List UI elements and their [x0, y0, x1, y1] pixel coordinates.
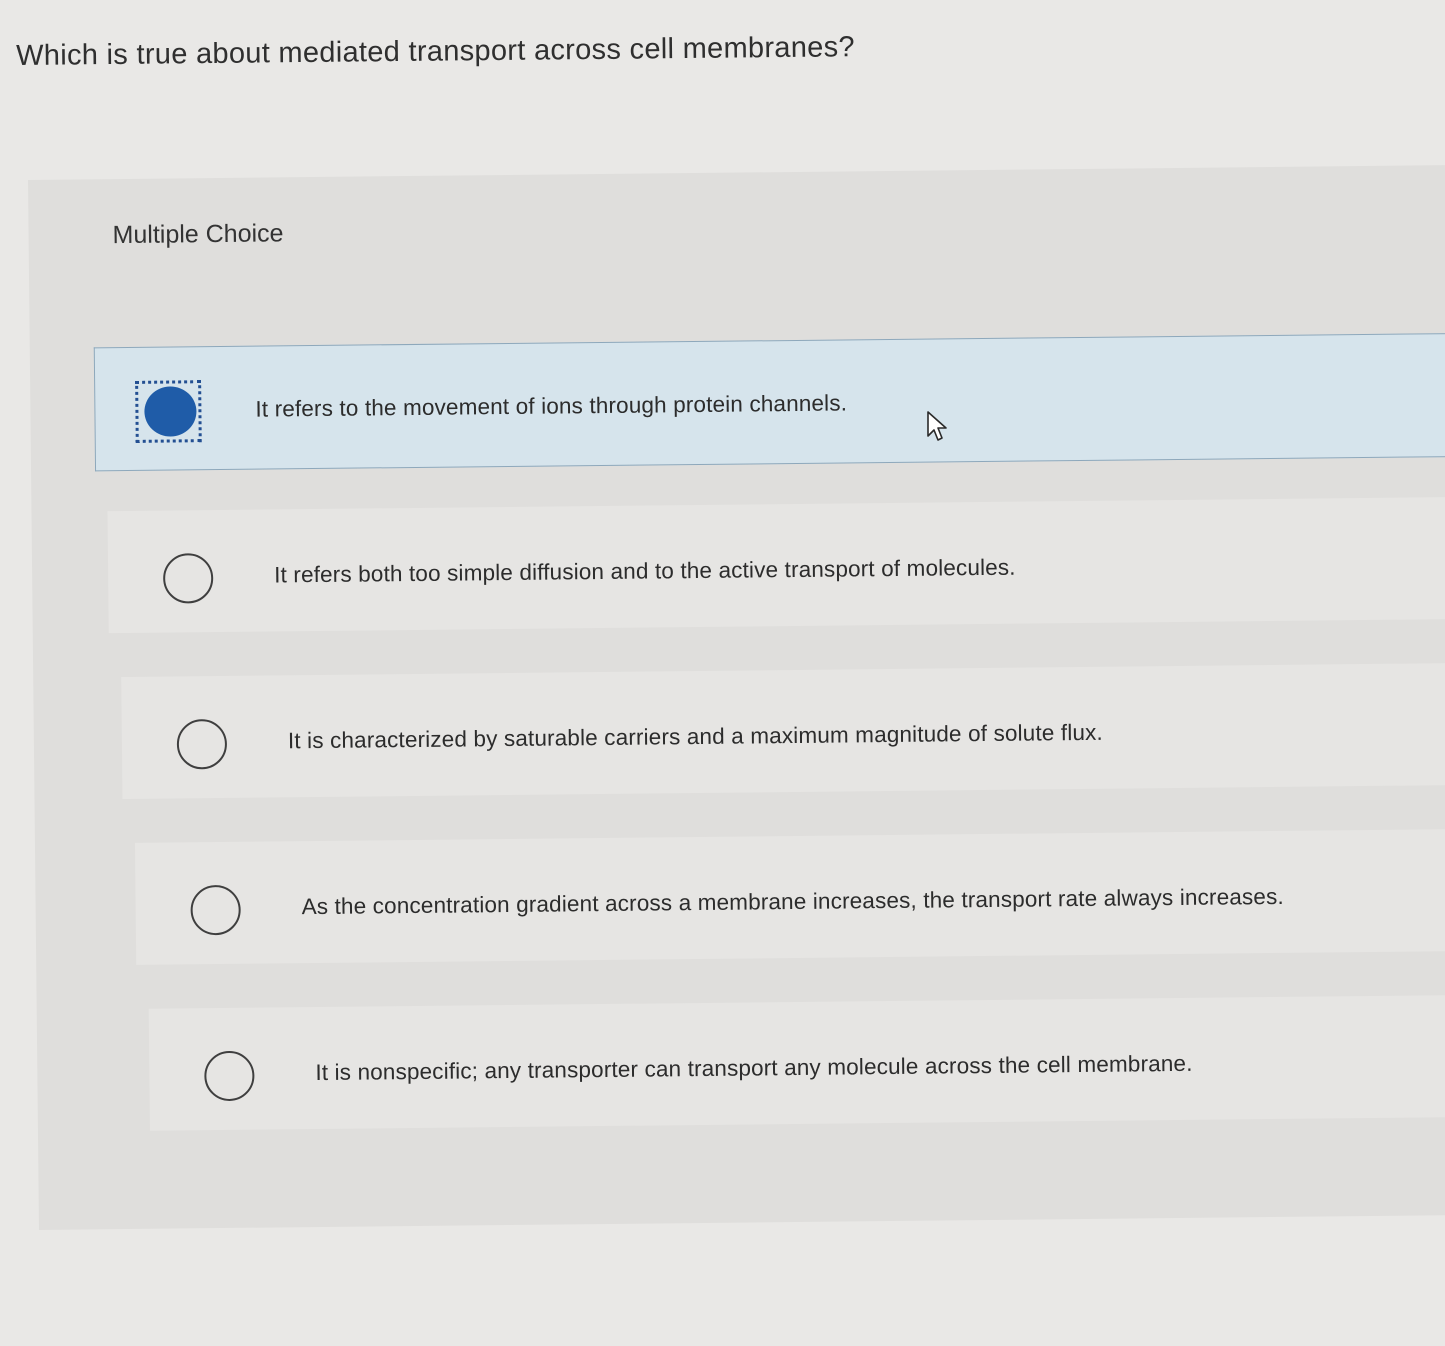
answer-option-2-text: It refers both too simple diffusion and … [274, 554, 1016, 588]
answer-option-5-text: It is nonspecific; any transporter can t… [315, 1050, 1193, 1086]
answer-option-1[interactable]: It refers to the movement of ions throug… [93, 333, 1445, 472]
radio-button-3[interactable] [176, 718, 228, 770]
question-text: Which is true about mediated transport a… [16, 31, 856, 72]
mouse-pointer-icon [927, 411, 947, 441]
answer-option-4[interactable]: As the concentration gradient across a m… [134, 828, 1445, 965]
question-type-label: Multiple Choice [112, 219, 284, 250]
answer-option-3[interactable]: It is characterized by saturable carrier… [121, 663, 1445, 800]
answer-option-5[interactable]: It is nonspecific; any transporter can t… [148, 994, 1445, 1131]
radio-button-4[interactable] [190, 884, 241, 936]
multiple-choice-panel: Multiple Choice It refers to the movemen… [28, 165, 1445, 1230]
answer-option-1-text: It refers to the movement of ions throug… [255, 390, 848, 422]
radio-button-1-selected[interactable] [144, 386, 197, 437]
radio-focus-ring [135, 380, 202, 443]
answer-option-4-text: As the concentration gradient across a m… [301, 883, 1284, 920]
answer-option-2[interactable]: It refers both too simple diffusion and … [107, 497, 1445, 634]
answer-option-3-text: It is characterized by saturable carrier… [287, 719, 1103, 754]
radio-button-5[interactable] [204, 1050, 255, 1102]
radio-button-2[interactable] [162, 553, 214, 604]
